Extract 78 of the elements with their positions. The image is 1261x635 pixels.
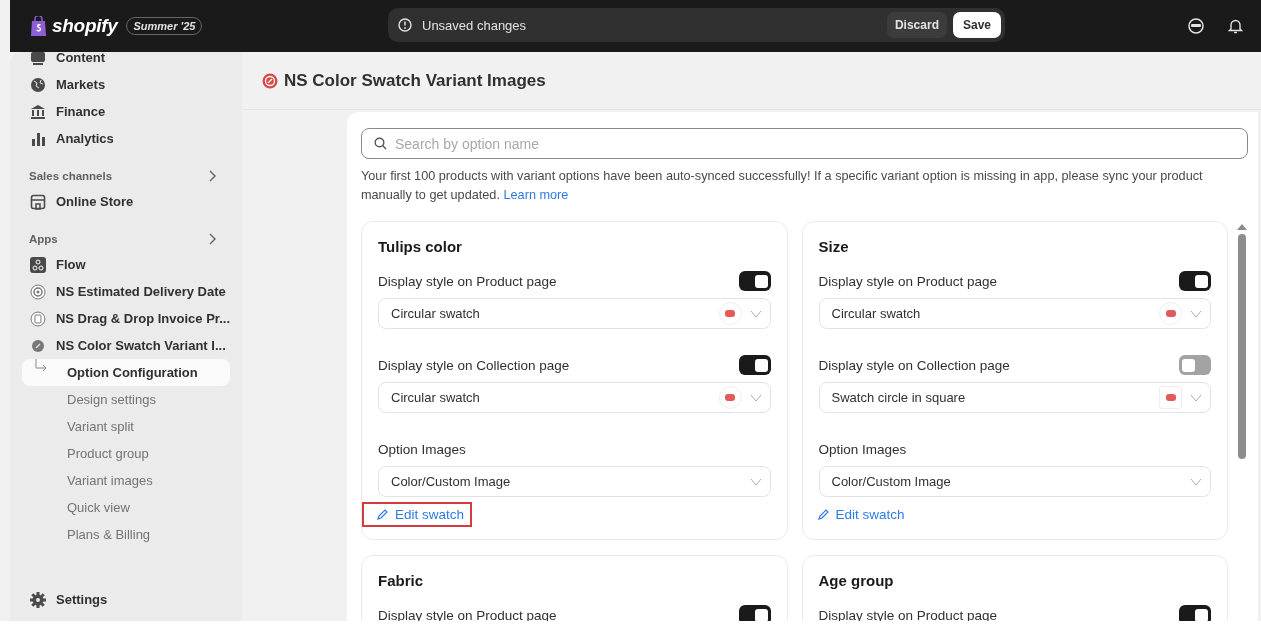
target-icon — [30, 283, 46, 300]
toggle-switch[interactable] — [1179, 271, 1211, 291]
gear-icon — [30, 591, 46, 608]
nav-item[interactable]: Markets — [22, 71, 230, 98]
sub-nav-item[interactable]: Option Configuration — [22, 359, 230, 386]
toggle-switch[interactable] — [738, 355, 771, 375]
nav-item[interactable]: Online Store — [22, 188, 230, 215]
nav-item[interactable]: Content — [22, 52, 230, 71]
setting-label: Display style on Product page — [818, 273, 998, 289]
select-field[interactable]: Color/Custom Image — [818, 466, 1211, 497]
chevron-down-icon — [749, 477, 762, 486]
search-icon — [374, 137, 387, 150]
select-field[interactable]: Circular swatch — [818, 298, 1211, 329]
sub-nav-item[interactable]: Product group — [22, 440, 230, 467]
nav-item[interactable]: Analytics — [22, 125, 230, 152]
card-title: Fabric — [378, 572, 424, 589]
select-field[interactable]: Color/Custom Image — [378, 466, 771, 497]
bell-icon[interactable] — [1228, 18, 1243, 34]
chevron-down-icon — [1190, 309, 1202, 318]
pencil-icon — [376, 508, 389, 521]
app-logo-icon — [262, 72, 278, 89]
nav-item[interactable]: Finance — [22, 98, 230, 125]
chevron-down-icon — [749, 309, 762, 318]
toggle-switch[interactable] — [738, 605, 771, 621]
section-heading: Apps — [29, 233, 58, 245]
sub-nav-item[interactable]: Variant split — [22, 413, 230, 440]
alert-icon — [398, 18, 412, 32]
learn-more-link[interactable]: Learn more — [503, 188, 569, 202]
brand-name: shopify — [52, 15, 118, 37]
setting-label: Display style on Collection page — [378, 357, 570, 373]
discard-button[interactable]: Discard — [886, 12, 947, 38]
sub-nav-item[interactable]: Design settings — [22, 386, 230, 413]
bar-chart-icon — [30, 130, 46, 147]
card-title: Age group — [818, 572, 895, 589]
edit-swatch-link[interactable]: Edit swatch — [362, 502, 473, 527]
page-title: NS Color Swatch Variant Images — [284, 70, 546, 91]
sub-nav-item[interactable]: Variant images — [22, 467, 230, 494]
nav-item[interactable]: NS Drag & Drop Invoice Pr... — [22, 305, 230, 332]
unsaved-changes-text: Unsaved changes — [422, 17, 528, 33]
shopping-bag-logo-icon — [30, 16, 47, 36]
toggle-switch[interactable] — [1179, 355, 1211, 375]
select-field[interactable]: Circular swatch — [378, 382, 771, 413]
setting-label: Option Images — [818, 441, 907, 457]
nav-item[interactable]: Settings — [22, 586, 230, 613]
toggle-switch[interactable] — [1179, 605, 1211, 621]
nav-item[interactable]: NS Estimated Delivery Date — [22, 278, 230, 305]
setting-label: Display style on Collection page — [818, 357, 1010, 373]
image-icon — [30, 52, 46, 66]
save-button[interactable]: Save — [952, 12, 1001, 38]
globe-icon — [30, 76, 46, 93]
toggle-switch[interactable] — [738, 271, 771, 291]
select-field[interactable]: Circular swatch — [378, 298, 771, 329]
sub-nav-item[interactable]: Quick view — [22, 494, 230, 521]
chevron-right-icon[interactable] — [208, 233, 216, 245]
chevron-down-icon — [1190, 393, 1202, 402]
card-title: Size — [818, 238, 850, 255]
edit-swatch-link[interactable]: Edit swatch — [802, 502, 913, 527]
chevron-down-icon — [749, 393, 762, 402]
nav-item[interactable]: NS Color Swatch Variant I... — [22, 332, 230, 359]
section-heading: Sales channels — [29, 170, 113, 182]
chevron-right-icon[interactable] — [208, 170, 216, 182]
scroll-up-icon[interactable] — [1237, 223, 1247, 230]
card-title: Tulips color — [378, 238, 463, 255]
search-field[interactable]: Search by option name — [361, 128, 1248, 159]
setting-label: Option Images — [378, 441, 466, 457]
nav-item[interactable]: Flow — [22, 251, 230, 278]
select-field[interactable]: Swatch circle in square — [818, 382, 1211, 413]
swatch-preview-icon — [1159, 386, 1182, 409]
setting-label: Display style on Product page — [378, 273, 557, 289]
app-icon — [30, 337, 46, 354]
sub-nav-item[interactable]: Plans & Billing — [22, 521, 230, 548]
bank-icon — [30, 103, 46, 120]
flow-icon — [30, 256, 46, 273]
store-icon — [30, 193, 46, 210]
document-icon — [30, 310, 46, 327]
sync-notice: Your first 100 products with variant options have been auto-synced successfully! If a specific variant option is missing in app, please sync your product manually to get updated. Learn more — [361, 168, 1204, 204]
pencil-icon — [816, 508, 830, 521]
chevron-down-icon — [1190, 477, 1202, 486]
